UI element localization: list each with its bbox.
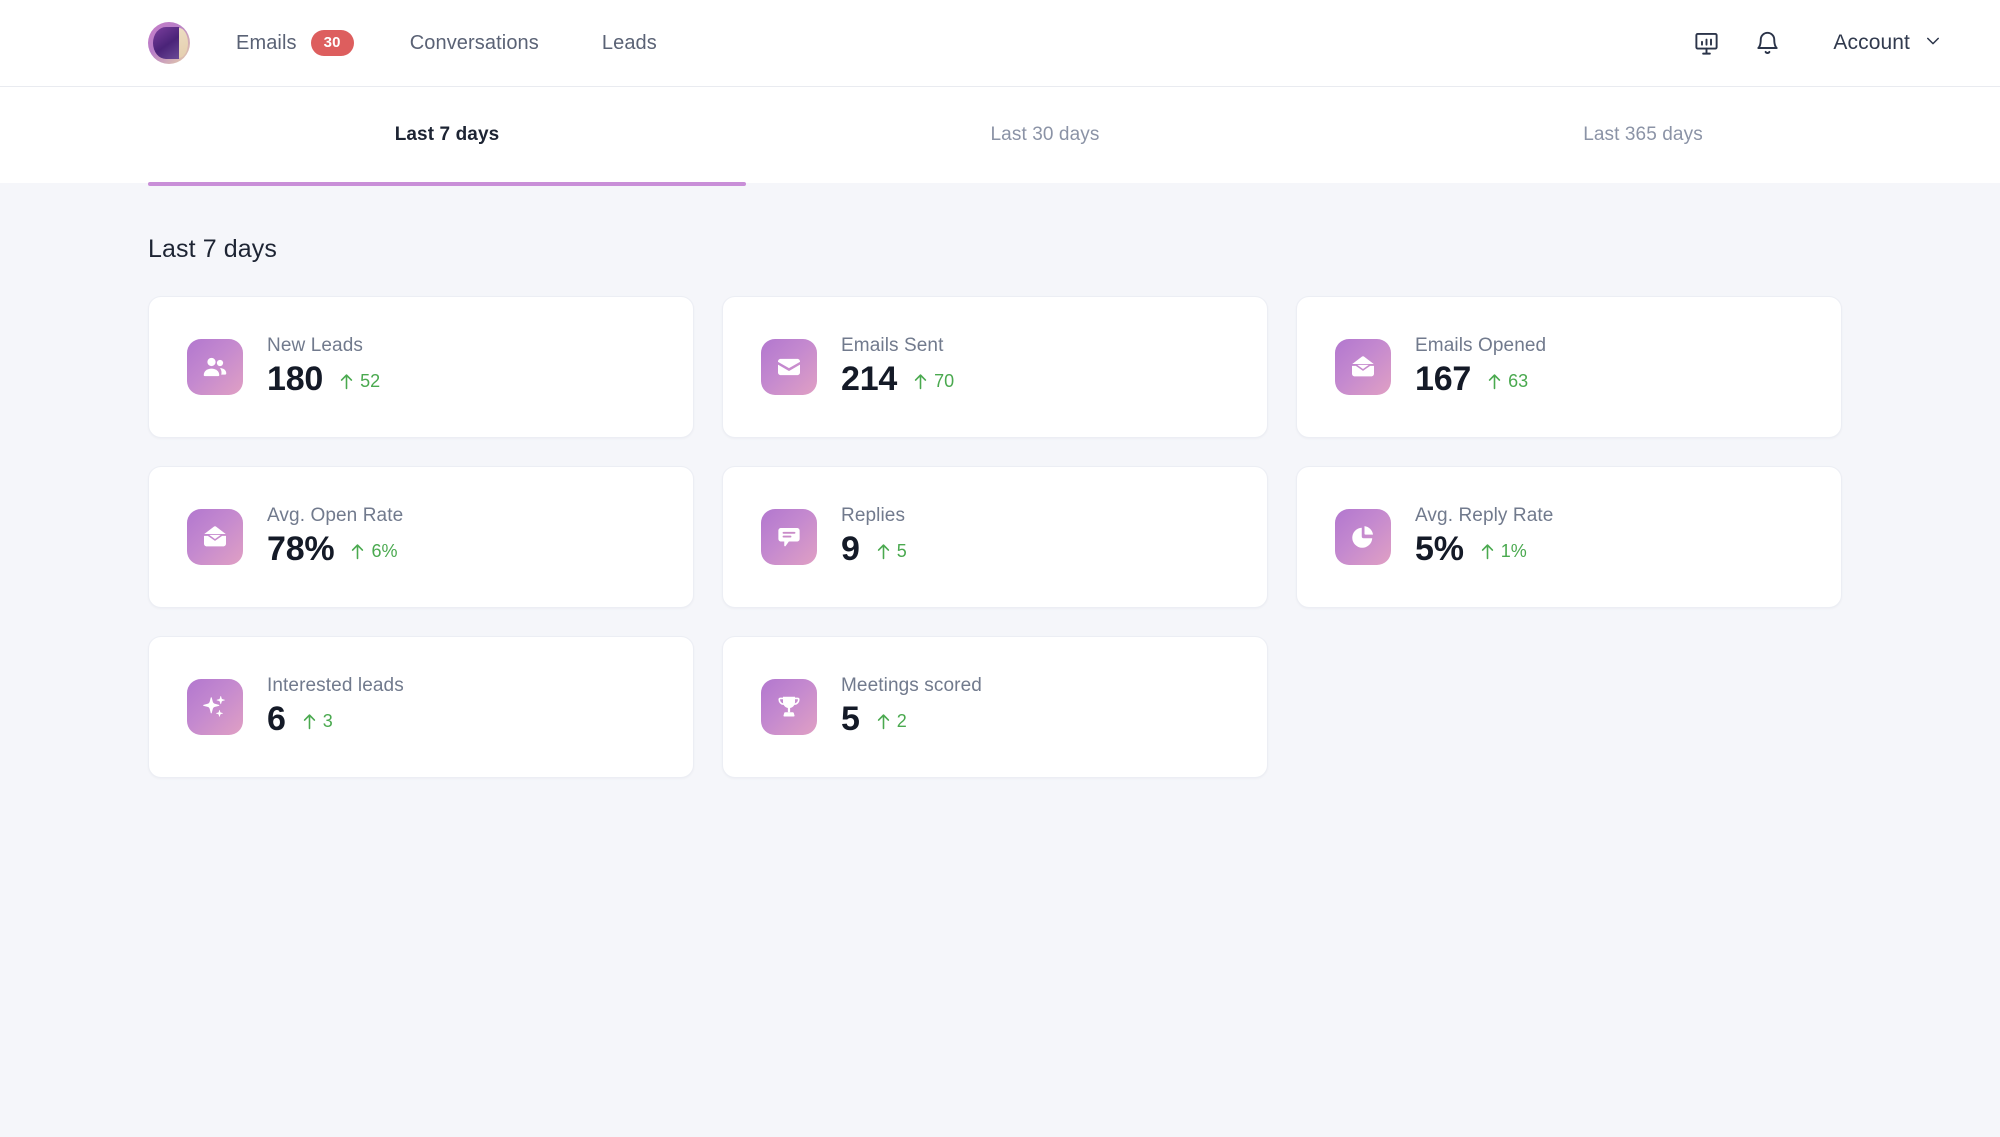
stat-card-label: Emails Sent	[841, 335, 944, 357]
account-menu-label: Account	[1833, 31, 1910, 54]
nav-item-emails[interactable]: Emails 30	[236, 22, 354, 65]
stat-card-delta-value: 5	[896, 541, 907, 562]
stat-card-label: Avg. Reply Rate	[1415, 505, 1554, 527]
stat-card-grid: New Leads 180 52 Emails Sent 214 70 Emai…	[148, 296, 1848, 778]
stat-card-label: Avg. Open Rate	[267, 505, 404, 527]
tab-last-30-days[interactable]: Last 30 days	[746, 94, 1344, 177]
stat-card-value: 78%	[267, 530, 335, 569]
chat-bubble-icon	[761, 509, 817, 565]
stat-card-delta-value: 6%	[371, 541, 398, 562]
stat-card-new-leads[interactable]: New Leads 180 52	[148, 296, 694, 438]
tab-last-7-days[interactable]: Last 7 days	[148, 94, 746, 186]
arrow-up-icon	[1488, 374, 1501, 390]
stat-card-delta: 1%	[1480, 541, 1527, 562]
account-menu-button[interactable]: Account	[1833, 31, 1942, 55]
tab-last-365-days[interactable]: Last 365 days	[1344, 94, 1942, 177]
stat-card-value: 214	[841, 360, 898, 399]
arrow-up-icon	[877, 714, 889, 730]
pie-chart-icon	[1335, 509, 1391, 565]
arrow-up-icon	[1481, 544, 1493, 560]
arrow-up-icon	[877, 544, 889, 560]
stat-card-avg-open-rate[interactable]: Avg. Open Rate 78% 6%	[148, 466, 694, 608]
nav-item-emails-label: Emails	[236, 31, 297, 54]
primary-nav-links: Emails 30 Conversations Leads	[236, 22, 657, 65]
stat-card-delta: 6%	[350, 541, 397, 562]
stat-card-interested-leads[interactable]: Interested leads 6 3	[148, 636, 694, 778]
envelope-closed-icon	[761, 339, 817, 395]
stat-card-avg-reply-rate[interactable]: Avg. Reply Rate 5% 1%	[1296, 466, 1842, 608]
envelope-open-icon	[1335, 339, 1391, 395]
dashboard-main: Last 7 days New Leads 180 52 Emails Sent…	[0, 183, 2000, 778]
stat-card-delta: 2	[876, 711, 907, 732]
users-icon	[187, 339, 243, 395]
trophy-icon	[761, 679, 817, 735]
stat-card-delta-value: 63	[1508, 371, 1529, 392]
stat-card-label: Meetings scored	[841, 675, 982, 697]
date-range-tabstrip: Last 7 days Last 30 days Last 365 days	[0, 87, 2000, 186]
stat-card-delta: 3	[302, 711, 333, 732]
stat-card-delta-value: 1%	[1500, 541, 1527, 562]
bell-icon[interactable]	[1754, 30, 1781, 57]
stat-card-delta-value: 3	[322, 711, 333, 732]
emails-unread-badge: 30	[310, 30, 354, 56]
stat-card-delta-value: 70	[934, 371, 955, 392]
arrow-up-icon	[303, 714, 315, 730]
top-navigation-actions: Account	[1693, 30, 1942, 57]
stat-card-meetings-scored[interactable]: Meetings scored 5 2	[722, 636, 1268, 778]
stat-card-emails-sent[interactable]: Emails Sent 214 70	[722, 296, 1268, 438]
stat-card-value: 180	[267, 360, 324, 399]
arrow-up-icon	[352, 544, 364, 560]
presentation-chart-icon[interactable]	[1693, 30, 1720, 57]
stat-card-label: Emails Opened	[1415, 335, 1547, 357]
stat-card-value: 5	[841, 700, 860, 739]
stat-card-delta: 70	[913, 371, 954, 392]
nav-item-conversations[interactable]: Conversations	[410, 22, 539, 65]
stat-card-delta-value: 2	[896, 711, 907, 732]
sparkles-icon	[187, 679, 243, 735]
stat-card-value: 6	[267, 700, 286, 739]
stat-card-delta: 52	[339, 371, 380, 392]
top-navigation-bar: Emails 30 Conversations Leads Account	[0, 0, 2000, 87]
stat-card-delta-value: 52	[360, 371, 381, 392]
arrow-up-icon	[340, 374, 353, 390]
arrow-up-icon	[914, 374, 927, 390]
stat-card-delta: 5	[876, 541, 907, 562]
stat-card-value: 5%	[1415, 530, 1464, 569]
stat-card-value: 167	[1415, 360, 1472, 399]
brand-logo-icon[interactable]	[148, 22, 190, 64]
envelope-open-icon	[187, 509, 243, 565]
stat-card-value: 9	[841, 530, 860, 569]
nav-item-leads[interactable]: Leads	[602, 22, 657, 65]
stat-card-delta: 63	[1487, 371, 1528, 392]
stat-card-replies[interactable]: Replies 9 5	[722, 466, 1268, 608]
stat-card-label: Interested leads	[267, 675, 404, 697]
chevron-down-icon	[1924, 32, 1942, 55]
stat-card-emails-opened[interactable]: Emails Opened 167 63	[1296, 296, 1842, 438]
page-title: Last 7 days	[148, 235, 277, 263]
stat-card-label: Replies	[841, 505, 906, 527]
stat-card-label: New Leads	[267, 335, 363, 357]
